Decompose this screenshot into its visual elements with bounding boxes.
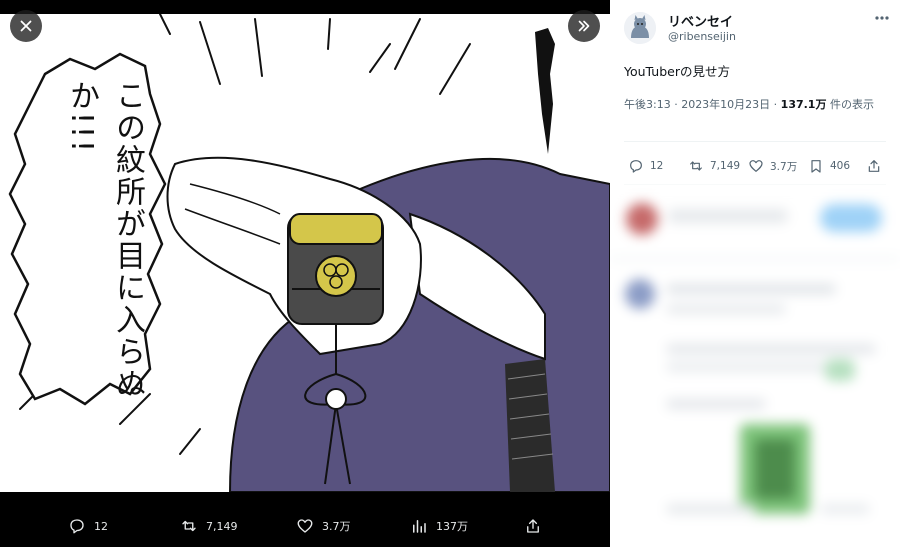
viewer-action-bar: 12 7,149 3.7万 137万 [0, 505, 610, 547]
comic-image: この紋所が目に入らぬか!!! [0, 14, 610, 492]
views-chart-icon [413, 520, 426, 533]
heart-icon [749, 160, 763, 172]
repost-button[interactable]: 7,149 [688, 158, 740, 174]
heart-icon [297, 519, 313, 533]
blurred-content [610, 184, 900, 547]
bookmark-icon [811, 160, 821, 173]
cat-avatar-icon [624, 12, 656, 44]
divider [624, 141, 886, 142]
display-name[interactable]: リベンセイ [668, 11, 733, 30]
like-button[interactable]: 3.7万 [748, 158, 797, 174]
avatar[interactable] [624, 12, 656, 44]
viewer-reply-count: 12 [94, 519, 108, 533]
tweet-text: YouTuberの見せ方 [624, 64, 730, 79]
share-icon [527, 519, 539, 533]
reply-icon [630, 160, 642, 173]
reply-icon [70, 519, 84, 534]
viewer-share-button[interactable] [524, 517, 542, 535]
viewer-repost-count: 7,149 [206, 519, 238, 533]
reply-button[interactable]: 12 [628, 158, 663, 174]
more-dots-icon [875, 16, 889, 20]
viewer-views-count: 137万 [436, 520, 468, 533]
viewer-views-button[interactable]: 137万 [410, 517, 468, 535]
expand-panel-button[interactable] [568, 10, 600, 42]
viewer-repost-button[interactable]: 7,149 [180, 517, 238, 535]
tweet-view-suffix: 件の表示 [826, 98, 874, 111]
repost-icon [690, 161, 702, 171]
repost-count: 7,149 [710, 160, 741, 172]
close-button[interactable] [10, 10, 42, 42]
viewer-like-count: 3.7万 [322, 520, 351, 533]
repost-icon [182, 520, 196, 532]
bookmark-count: 406 [830, 160, 851, 172]
chevrons-right-icon [578, 20, 590, 32]
tweet-meta: 午後3:13 · 2023年10月23日 · 137.1万 件の表示 [624, 95, 886, 114]
viewer-like-button[interactable]: 3.7万 [296, 517, 351, 535]
viewer-reply-button[interactable]: 12 [68, 517, 108, 535]
more-options-button[interactable] [872, 10, 892, 26]
tweet-timestamp[interactable]: 午後3:13 · 2023年10月23日 · [624, 98, 781, 111]
close-icon [20, 20, 32, 32]
tweet-side-panel: リベンセイ @ribenseijin YouTuberの見せ方 午後3:13 ·… [610, 0, 900, 547]
media-viewer: この紋所が目に入らぬか!!! 12 7,149 3.7万 137万 [0, 0, 610, 547]
bookmark-button[interactable]: 406 [808, 158, 850, 174]
like-count: 3.7万 [770, 160, 798, 173]
share-button[interactable] [866, 158, 882, 174]
reply-count: 12 [650, 160, 664, 172]
share-icon [868, 160, 880, 172]
app-root: この紋所が目に入らぬか!!! 12 7,149 3.7万 137万 リベンセイ … [0, 0, 900, 547]
blurred-replies [610, 184, 900, 547]
tweet-view-count: 137.1万 [780, 98, 827, 111]
speech-bubble-text: この紋所が目に入らぬか!!! [64, 80, 145, 400]
user-handle[interactable]: @ribenseijin [668, 30, 736, 43]
